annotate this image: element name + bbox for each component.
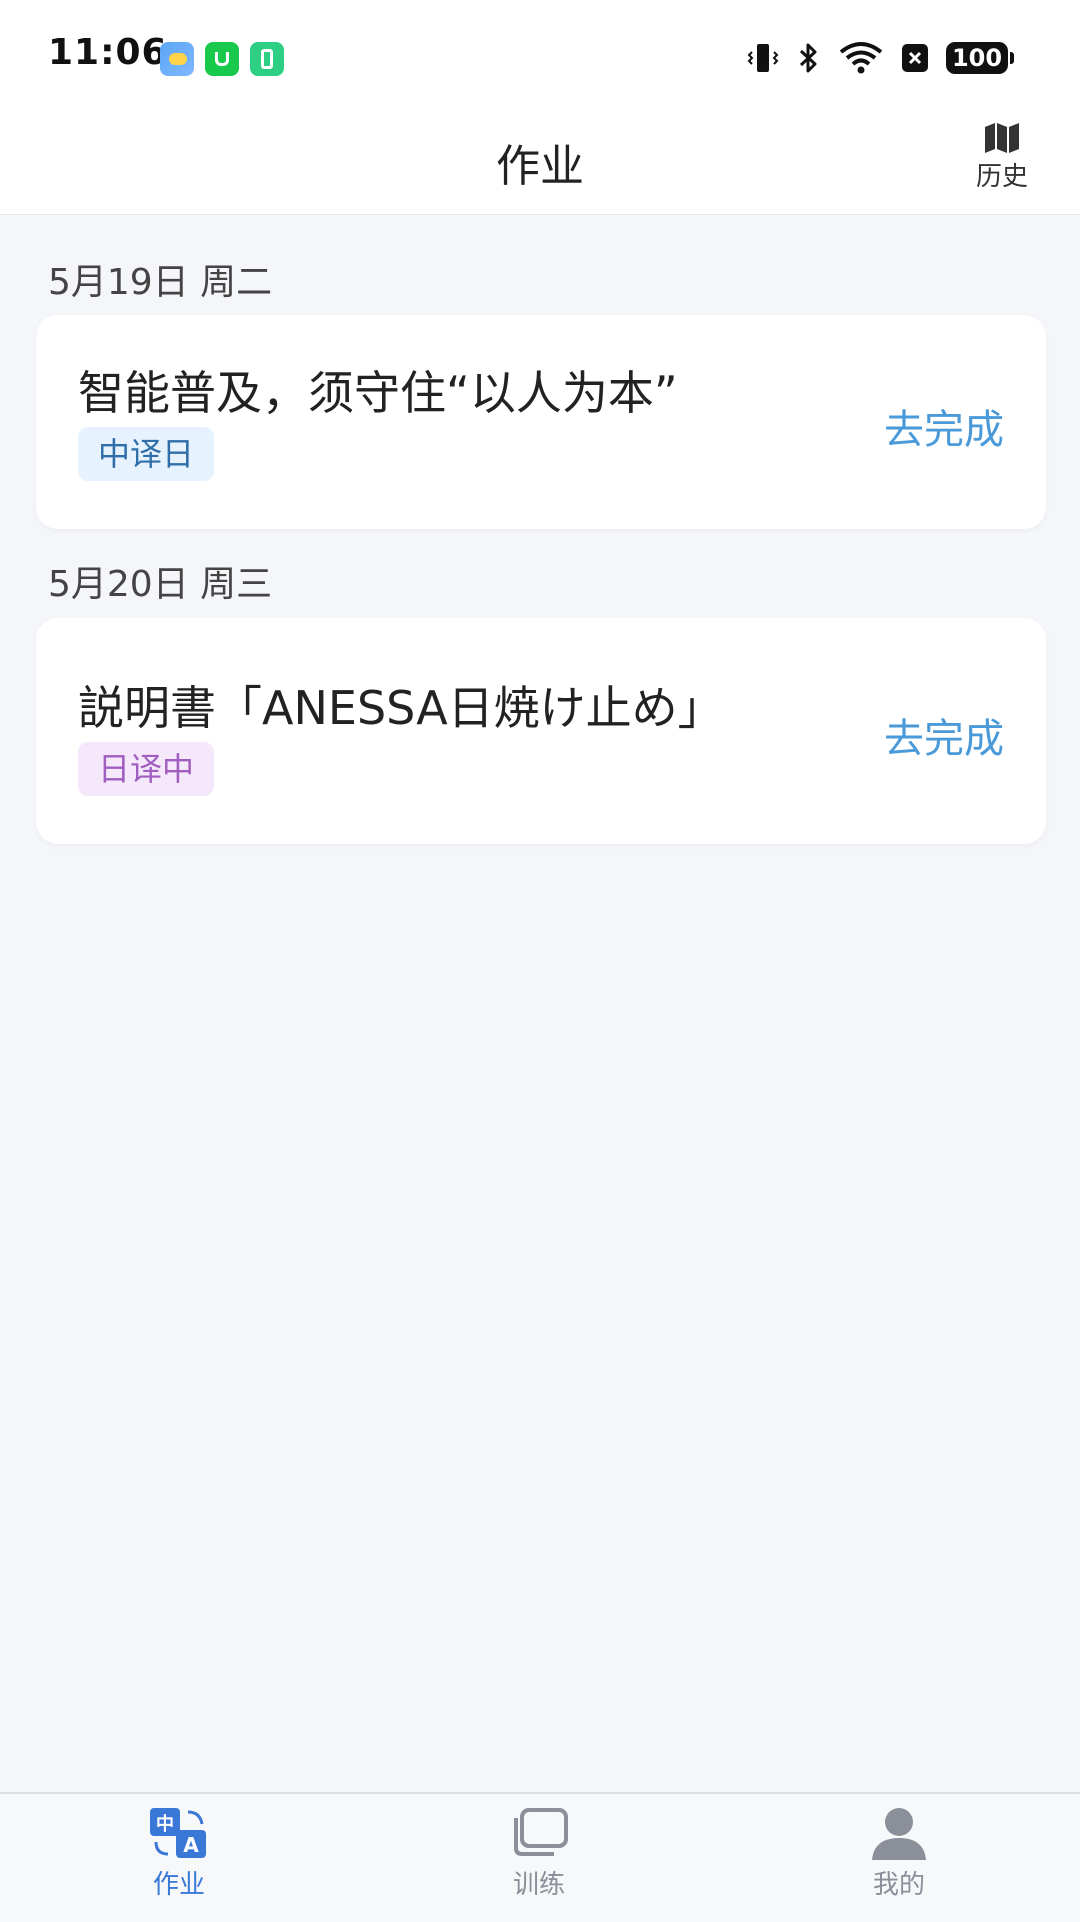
no-sim-icon — [902, 44, 928, 72]
tab-bar: 中 A 作业 训练 我的 — [0, 1792, 1080, 1922]
battery-level: 100 — [951, 44, 1003, 72]
vibrate-icon — [747, 44, 779, 72]
svg-text:中: 中 — [156, 1813, 174, 1835]
assignment-card[interactable]: 智能普及，须守住“以人为本” 中译日 去完成 — [36, 315, 1046, 529]
tab-training[interactable]: 训练 — [439, 1806, 639, 1901]
weather-app-icon — [160, 42, 194, 76]
shopping-app-icon — [205, 42, 239, 76]
direction-tag: 中译日 — [78, 427, 215, 481]
battery-indicator: 100 — [946, 42, 1014, 74]
page-title: 作业 — [496, 141, 584, 192]
user-icon — [872, 1808, 926, 1860]
assignment-title: 智能普及，须守住“以人为本” — [78, 366, 678, 420]
map-icon — [985, 123, 1019, 153]
date-heading: 5月19日 周二 — [48, 262, 273, 303]
status-indicators: 100 — [746, 38, 1014, 78]
direction-tag: 日译中 — [78, 742, 215, 796]
status-bar: 11:06 100 — [0, 0, 1080, 110]
history-label: 历史 — [975, 162, 1028, 192]
cards-icon — [514, 1808, 568, 1856]
tab-profile[interactable]: 我的 — [799, 1806, 999, 1901]
assignment-card[interactable]: 説明書「ANESSA日焼け止め」 日译中 去完成 — [36, 618, 1046, 844]
date-heading: 5月20日 周三 — [48, 564, 273, 605]
wifi-icon — [839, 42, 883, 74]
bluetooth-icon — [799, 43, 817, 73]
assignment-title: 説明書「ANESSA日焼け止め」 — [78, 681, 724, 735]
tab-label: 训练 — [512, 1870, 565, 1900]
tab-label: 我的 — [872, 1870, 925, 1900]
battery-app-icon — [250, 42, 284, 76]
translate-icon: 中 A — [150, 1808, 206, 1858]
tab-label: 作业 — [152, 1870, 205, 1900]
complete-button[interactable]: 去完成 — [884, 397, 1004, 455]
tab-homework[interactable]: 中 A 作业 — [79, 1806, 279, 1901]
svg-text:A: A — [183, 1833, 199, 1857]
history-button[interactable]: 历史 — [952, 122, 1052, 206]
status-time: 11:06 — [48, 32, 168, 73]
header: 作业 历史 — [0, 110, 1080, 215]
complete-button[interactable]: 去完成 — [884, 706, 1004, 764]
